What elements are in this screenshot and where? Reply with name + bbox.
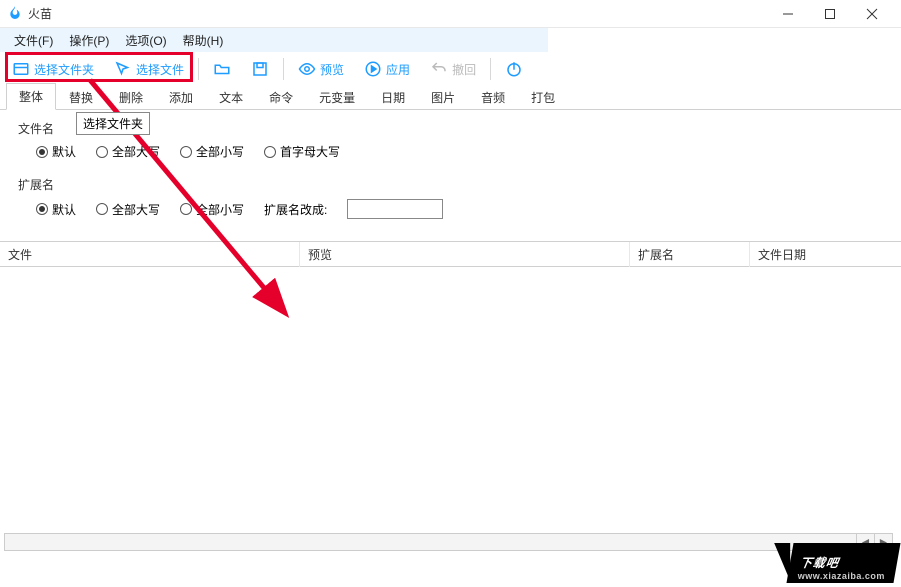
tab-add[interactable]: 添加: [156, 84, 206, 110]
tab-whole[interactable]: 整体: [6, 83, 56, 110]
table-body: [0, 267, 901, 537]
radio-label: 首字母大写: [280, 143, 340, 160]
filename-cap-radio[interactable]: 首字母大写: [264, 143, 340, 160]
menu-help[interactable]: 帮助(H): [175, 30, 232, 51]
watermark-brand: 下载吧: [799, 556, 840, 570]
tab-pack[interactable]: 打包: [518, 84, 568, 110]
ext-default-radio[interactable]: 默认: [36, 201, 76, 218]
open-folder-icon: [213, 60, 231, 78]
radio-label: 全部大写: [112, 143, 160, 160]
ext-change-label: 扩展名改成:: [264, 201, 327, 218]
radio-icon: [264, 146, 276, 158]
table-header: 文件 预览 扩展名 文件日期: [0, 241, 901, 267]
select-file-label: 选择文件: [136, 61, 184, 78]
tab-command[interactable]: 命令: [256, 84, 306, 110]
folder-icon: [12, 60, 30, 78]
extension-group-title: 扩展名: [18, 176, 883, 193]
tab-delete[interactable]: 删除: [106, 84, 156, 110]
filename-upper-radio[interactable]: 全部大写: [96, 143, 160, 160]
tab-replace[interactable]: 替换: [56, 84, 106, 110]
ext-change-input[interactable]: [347, 199, 443, 219]
watermark: 下载吧 www.xiazaiba.com: [786, 543, 900, 583]
app-flame-icon: [8, 5, 22, 22]
eye-icon: [298, 60, 316, 78]
undo-label: 撤回: [452, 61, 476, 78]
scrollbar-track[interactable]: [5, 534, 856, 550]
close-button[interactable]: [851, 0, 893, 28]
col-ext[interactable]: 扩展名: [630, 242, 750, 267]
ext-lower-radio[interactable]: 全部小写: [180, 201, 244, 218]
watermark-url: www.xiazaiba.com: [798, 571, 885, 581]
radio-icon: [96, 203, 108, 215]
file-cursor-icon: [114, 60, 132, 78]
radio-icon: [36, 146, 48, 158]
horizontal-scrollbar[interactable]: ◄ ►: [4, 533, 893, 551]
toolbar: 选择文件夹 选择文件 预览 应用 撤回: [0, 52, 901, 86]
toolbar-separator: [490, 58, 491, 80]
radio-icon: [36, 203, 48, 215]
menu-options[interactable]: 选项(O): [117, 30, 174, 51]
play-icon: [364, 60, 382, 78]
radio-label: 全部小写: [196, 143, 244, 160]
title-bar: 火苗: [0, 0, 901, 28]
toolbar-separator: [198, 58, 199, 80]
radio-label: 默认: [52, 201, 76, 218]
select-folder-button[interactable]: 选择文件夹: [6, 56, 100, 82]
col-date[interactable]: 文件日期: [750, 242, 901, 267]
col-preview[interactable]: 预览: [300, 242, 630, 267]
ext-upper-radio[interactable]: 全部大写: [96, 201, 160, 218]
preview-label: 预览: [320, 61, 344, 78]
select-folder-label: 选择文件夹: [34, 61, 94, 78]
menu-operate[interactable]: 操作(P): [61, 30, 117, 51]
col-file[interactable]: 文件: [0, 242, 300, 267]
power-button[interactable]: [499, 56, 529, 82]
select-file-button[interactable]: 选择文件: [108, 56, 190, 82]
tab-image[interactable]: 图片: [418, 84, 468, 110]
maximize-button[interactable]: [809, 0, 851, 28]
toolbar-separator: [283, 58, 284, 80]
radio-label: 全部大写: [112, 201, 160, 218]
filename-lower-radio[interactable]: 全部小写: [180, 143, 244, 160]
save-icon: [251, 60, 269, 78]
apply-button[interactable]: 应用: [358, 56, 416, 82]
tab-date[interactable]: 日期: [368, 84, 418, 110]
open-button[interactable]: [207, 56, 237, 82]
radio-label: 默认: [52, 143, 76, 160]
tab-strip: 整体 替换 删除 添加 文本 命令 元变量 日期 图片 音频 打包: [0, 86, 901, 110]
window-title: 火苗: [28, 5, 52, 22]
apply-label: 应用: [386, 61, 410, 78]
save-button[interactable]: [245, 56, 275, 82]
power-icon: [505, 60, 523, 78]
tooltip: 选择文件夹: [76, 112, 150, 135]
undo-button[interactable]: 撤回: [424, 56, 482, 82]
radio-icon: [96, 146, 108, 158]
menu-file[interactable]: 文件(F): [6, 30, 61, 51]
filename-default-radio[interactable]: 默认: [36, 143, 76, 160]
undo-icon: [430, 60, 448, 78]
tab-audio[interactable]: 音频: [468, 84, 518, 110]
tab-text[interactable]: 文本: [206, 84, 256, 110]
radio-label: 全部小写: [196, 201, 244, 218]
extension-group: 扩展名 默认 全部大写 全部小写 扩展名改成:: [18, 176, 883, 219]
radio-icon: [180, 203, 192, 215]
radio-icon: [180, 146, 192, 158]
tab-metavar[interactable]: 元变量: [306, 84, 368, 110]
menu-bar: 文件(F) 操作(P) 选项(O) 帮助(H): [0, 28, 548, 52]
preview-button[interactable]: 预览: [292, 56, 350, 82]
minimize-button[interactable]: [767, 0, 809, 28]
